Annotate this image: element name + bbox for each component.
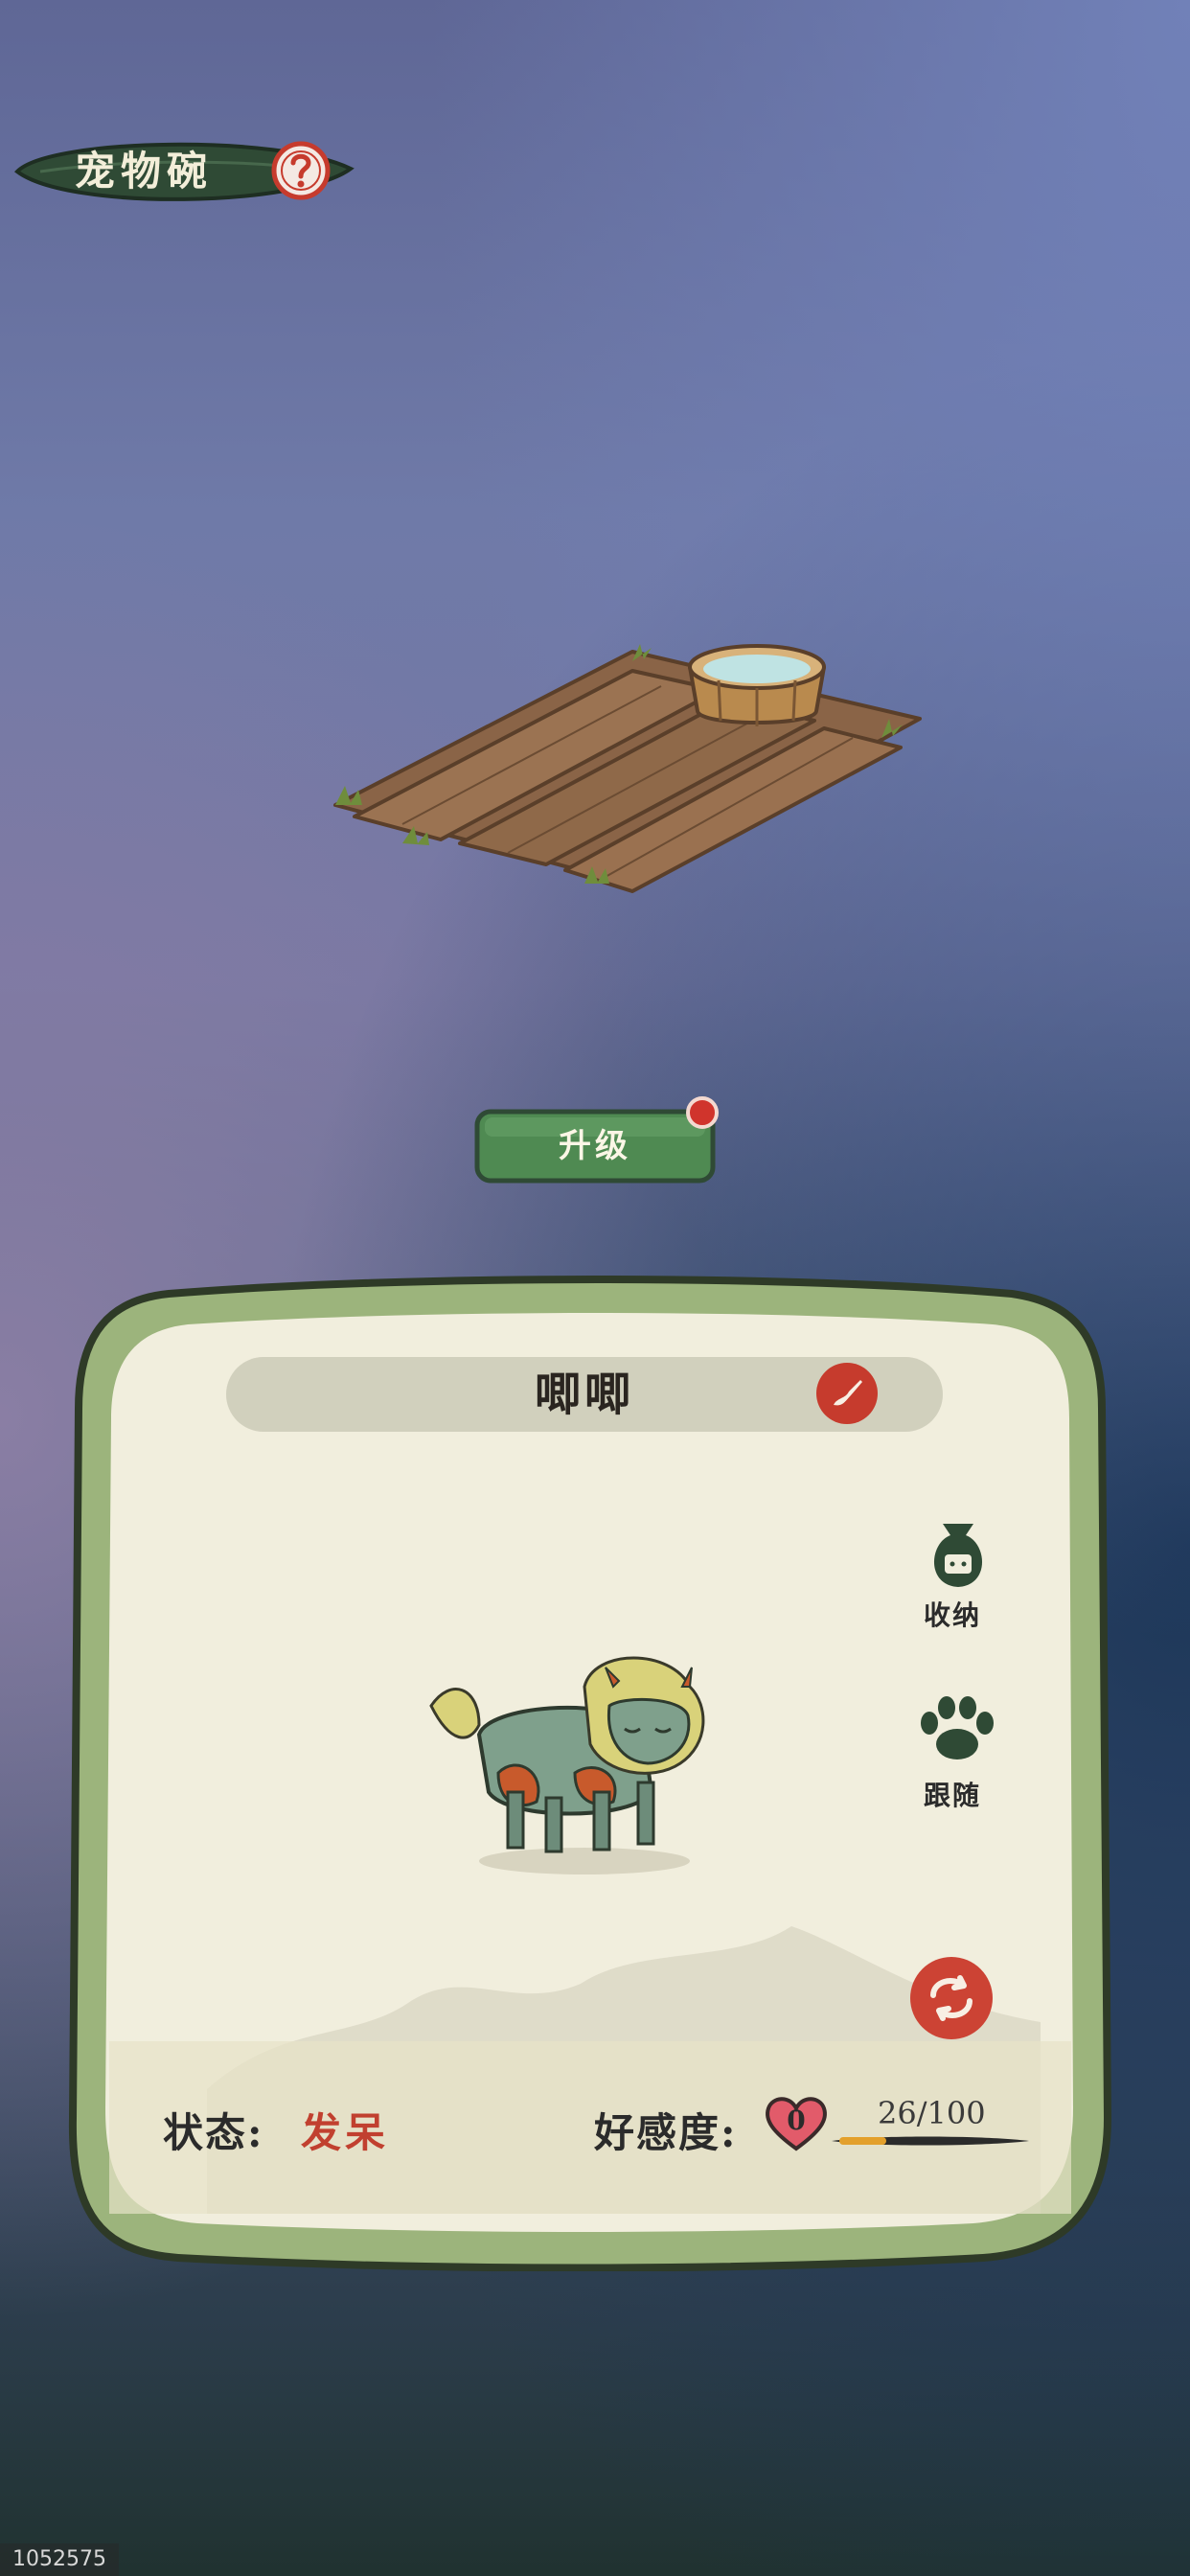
- build-id: 1052575: [0, 2543, 119, 2576]
- pet-bowl-platform[interactable]: [316, 613, 929, 910]
- affection-count: 26/100: [878, 2095, 986, 2131]
- upgrade-button[interactable]: 升级: [473, 1106, 717, 1186]
- pet-creature[interactable]: [422, 1648, 728, 1878]
- upgrade-label: 升级: [559, 1127, 631, 1165]
- affection-bar-fill: [839, 2137, 886, 2145]
- refresh-icon[interactable]: [910, 1957, 993, 2039]
- status-value: 发呆: [301, 2109, 390, 2156]
- paw-icon: [921, 1696, 994, 1760]
- affection-label: 好感度:: [594, 2109, 738, 2156]
- store-button[interactable]: 收纳: [895, 1514, 1010, 1639]
- heart-icon: 0: [763, 2093, 830, 2152]
- store-label: 收纳: [923, 1599, 981, 1631]
- follow-label: 跟随: [923, 1780, 981, 1811]
- storage-bag-icon: [933, 1524, 983, 1587]
- notification-dot: [686, 1096, 719, 1129]
- follow-button[interactable]: 跟随: [895, 1694, 1010, 1819]
- status-label: 状态:: [163, 2109, 264, 2156]
- brush-icon[interactable]: [816, 1363, 878, 1424]
- question-icon[interactable]: [270, 140, 332, 201]
- page-title: 宠物碗: [75, 148, 214, 195]
- affection-level: 0: [787, 2104, 806, 2136]
